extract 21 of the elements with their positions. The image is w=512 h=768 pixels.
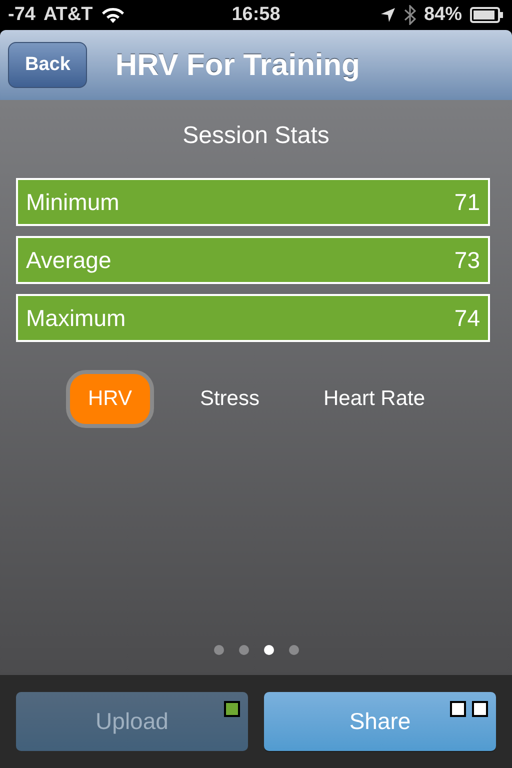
- stat-value: 73: [454, 246, 480, 275]
- signal-strength: -74: [8, 2, 36, 27]
- stat-value: 71: [454, 188, 480, 217]
- battery-percent: 84%: [424, 2, 462, 27]
- section-title: Session Stats: [182, 122, 330, 149]
- stat-label: Average: [26, 246, 112, 275]
- location-arrow-icon: [380, 7, 396, 23]
- bluetooth-icon: [404, 5, 416, 25]
- toolbar-button[interactable]: Share: [264, 692, 496, 751]
- status-time: 16:58: [232, 2, 280, 27]
- segment-tab[interactable]: Stress: [182, 370, 278, 428]
- stat-value: 74: [454, 304, 480, 333]
- wifi-icon: [100, 6, 125, 24]
- stat-label: Maximum: [26, 304, 126, 333]
- segment-tab[interactable]: HRV: [66, 370, 154, 428]
- carrier-name: AT&T: [43, 2, 93, 27]
- segment-tab[interactable]: Heart Rate: [305, 370, 444, 428]
- screen-title: HRV For Training: [115, 48, 360, 84]
- back-button[interactable]: Back: [8, 42, 88, 88]
- stat-label: Minimum: [26, 188, 120, 217]
- battery-icon: [470, 7, 504, 23]
